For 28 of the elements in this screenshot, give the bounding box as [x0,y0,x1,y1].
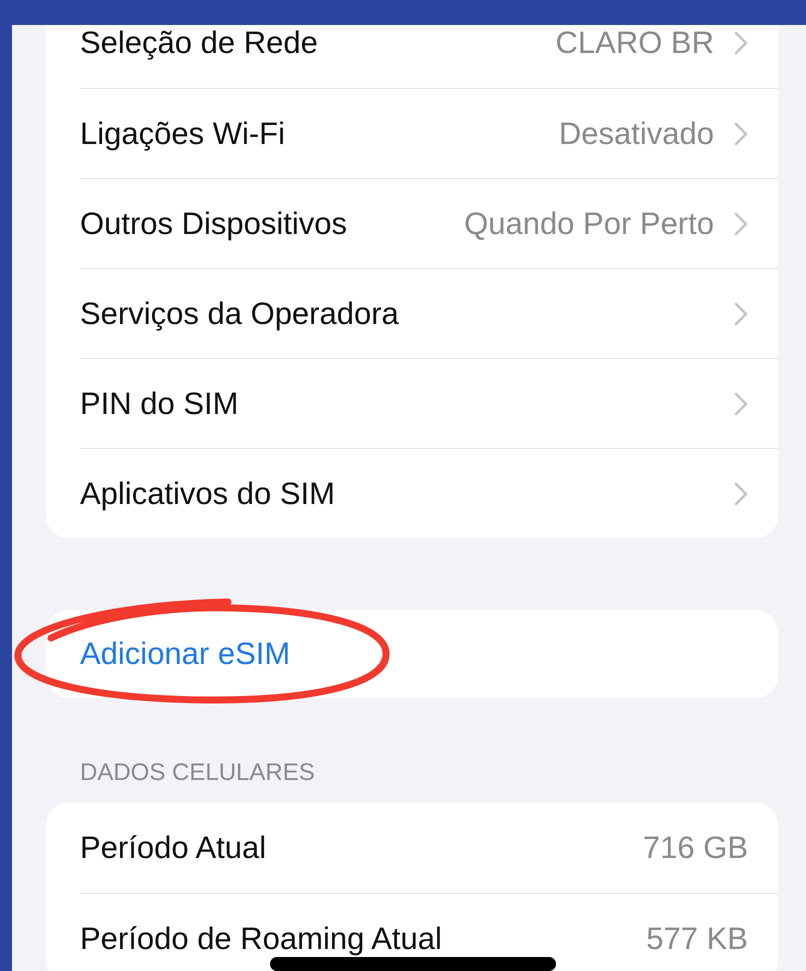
add-esim-link[interactable]: Adicionar eSIM [80,636,290,672]
settings-row[interactable]: Ligações Wi-Fi Desativado [80,88,778,178]
row-label: Seleção de Rede [80,25,318,61]
section-header: DADOS CELULARES [80,758,316,788]
row-label: PIN do SIM [80,386,238,422]
chevron-icon [734,122,748,146]
chevron-icon [734,302,748,326]
chevron-icon [734,482,748,506]
row-label: Período de Roaming Atual [80,920,442,956]
row-value: 716 GB [642,830,748,866]
row-value: CLARO BR [556,25,714,61]
settings-row[interactable]: Seleção de Rede CLARO BR [80,0,778,88]
row-value: Quando Por Perto [464,206,714,242]
row-label: Aplicativos do SIM [80,476,335,512]
settings-row[interactable]: Período Atual 716 GB [80,803,778,893]
settings-row[interactable]: Outros Dispositivos Quando Por Perto [80,178,778,268]
settings-row[interactable]: Aplicativos do SIM [80,448,778,538]
row-label: Outros Dispositivos [80,206,348,242]
chevron-icon [734,31,748,55]
row-label: Período Atual [80,830,266,866]
settings-row[interactable]: PIN do SIM [80,358,778,448]
row-label: Serviços da Operadora [80,296,399,332]
chevron-icon [734,392,748,416]
row-value: Desativado [558,116,714,152]
row-value: 577 KB [646,920,748,956]
chevron-icon [734,212,748,236]
row-label: Ligações Wi-Fi [80,116,285,152]
settings-row[interactable]: Serviços da Operadora [80,268,778,358]
